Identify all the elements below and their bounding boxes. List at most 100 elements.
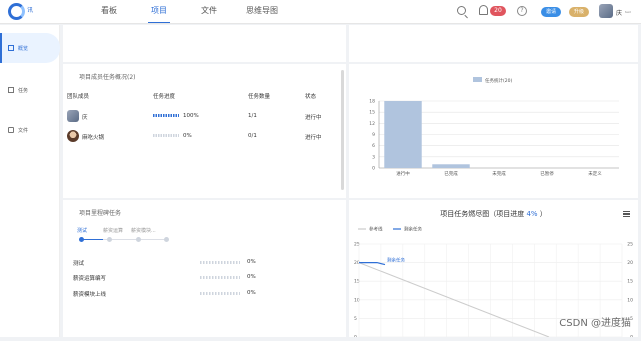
y-tick-label: 3 — [372, 154, 375, 160]
step-dot[interactable] — [136, 237, 141, 242]
scrollbar[interactable] — [341, 70, 344, 190]
nav-item-project[interactable]: 项目 — [134, 0, 184, 24]
step-track-active — [81, 239, 103, 240]
nav-item-mindmap[interactable]: 思维导图 — [234, 0, 290, 24]
sidebar-item-label: 概览 — [18, 45, 28, 52]
menu-icon[interactable] — [623, 211, 630, 217]
main-nav: 看板 项目 文件 思维导图 — [84, 0, 290, 24]
y-tick-label-right: 25 — [627, 242, 633, 248]
column-header-count: 任务数量 — [248, 92, 270, 100]
status-text: 进行中 — [305, 113, 322, 121]
progress-percent: 0% — [183, 133, 192, 139]
step-label-test[interactable]: 测试 — [77, 227, 87, 234]
step-dot[interactable] — [79, 237, 84, 242]
search-icon[interactable] — [457, 6, 466, 15]
sidebar-item-tasks[interactable]: 任务 — [0, 75, 60, 105]
milestone-progress-bar — [200, 292, 240, 295]
y-tick-label: 6 — [372, 143, 375, 149]
progress-percent: 100% — [183, 113, 199, 119]
milestone-row[interactable]: 薪资模块上线 0% — [63, 288, 346, 302]
milestone-title: 项目里程碑任务 — [79, 208, 121, 217]
user-name[interactable]: 庆 — [616, 8, 622, 17]
progress-bar — [153, 114, 179, 117]
bell-icon[interactable] — [479, 5, 488, 15]
nav-item-files[interactable]: 文件 — [184, 0, 234, 24]
y-tick-label: 15 — [369, 110, 375, 116]
member-name: 庆 — [82, 113, 88, 121]
milestone-progress-bar — [200, 261, 240, 264]
logo-text: 讯 — [27, 5, 33, 14]
top-navigation-bar: 讯 看板 项目 文件 思维导图 20 ? 邀请 升级 庆 test — [0, 0, 641, 24]
top-left-panel — [63, 25, 346, 62]
burndown-title: 项目任务燃尽图（项目进度 4% ） — [349, 209, 638, 219]
y-tick-label: 0 — [372, 166, 375, 172]
y-tick-label-right: 20 — [627, 260, 633, 266]
status-text: 进行中 — [305, 133, 322, 141]
milestone-progress-percent: 0% — [247, 290, 256, 296]
remaining-line-label: 剩余任务 — [387, 257, 405, 264]
column-header-progress: 任务进度 — [153, 92, 175, 100]
task-count: 0/1 — [248, 133, 257, 139]
member-overview-panel: 项目成员任务概况(2) 团队成员 任务进度 任务数量 状态 庆 100% 1/1… — [63, 64, 346, 198]
task-statistics-panel: 任务统计(20) 0 3 6 9 12 15 18 进行中 已完成 未完成 已暂停 未定义 — [349, 64, 638, 198]
x-tick-label: 进行中 — [396, 170, 410, 177]
milestone-progress-percent: 0% — [247, 274, 256, 280]
burndown-progress-value: 4% — [526, 210, 537, 218]
sidebar-item-label: 文件 — [18, 127, 28, 134]
x-tick-label: 未定义 — [588, 170, 602, 177]
column-header-member: 团队成员 — [67, 92, 89, 100]
user-subname: test — [625, 10, 631, 14]
step-label-salary[interactable]: 薪资运算 — [103, 227, 123, 234]
x-tick-label: 已完成 — [444, 170, 458, 177]
bar — [384, 101, 421, 168]
table-row[interactable]: 麻吃火锅 0% 0/1 进行中 — [63, 128, 346, 148]
y-tick-label-right: 15 — [627, 279, 633, 285]
member-name: 麻吃火锅 — [82, 133, 104, 141]
upgrade-button[interactable]: 升级 — [569, 7, 589, 17]
top-right-panel — [349, 25, 638, 62]
nav-item-board[interactable]: 看板 — [84, 0, 134, 24]
task-icon — [8, 87, 14, 93]
sidebar: 概览 任务 文件 — [0, 25, 60, 337]
sidebar-item-files[interactable]: 文件 — [0, 115, 60, 145]
milestone-row[interactable]: 测试 0% — [63, 257, 346, 271]
legend-label: 任务统计(20) — [485, 77, 512, 84]
y-tick-label: 9 — [372, 132, 375, 138]
legend-swatch — [473, 77, 482, 82]
member-overview-title: 项目成员任务概况(2) — [79, 72, 136, 81]
avatar — [67, 110, 79, 122]
user-avatar[interactable] — [599, 4, 613, 18]
bar — [432, 164, 469, 168]
sidebar-item-label: 任务 — [18, 87, 28, 94]
invite-button[interactable]: 邀请 — [541, 7, 561, 17]
milestone-progress-percent: 0% — [247, 259, 256, 265]
avatar — [67, 130, 79, 142]
legend-label-reference: 参考线 — [369, 226, 383, 233]
x-tick-label: 未完成 — [492, 170, 506, 177]
milestone-steps: 测试 薪资运算 薪资模块... — [77, 227, 327, 247]
column-header-state: 状态 — [305, 92, 316, 100]
step-dot[interactable] — [107, 237, 112, 242]
overview-icon — [8, 45, 14, 51]
table-row[interactable]: 庆 100% 1/1 进行中 — [63, 108, 346, 128]
step-dot[interactable] — [164, 237, 169, 242]
logo-ring-icon — [8, 3, 25, 20]
y-tick-label: 12 — [369, 121, 375, 127]
x-tick-label: 已暂停 — [540, 170, 554, 177]
y-tick-label-right: 10 — [627, 297, 633, 303]
help-icon[interactable]: ? — [517, 6, 527, 16]
milestone-panel: 项目里程碑任务 测试 薪资运算 薪资模块... 测试 0% 薪资运算编写 0% … — [63, 200, 346, 337]
step-label-salary-module[interactable]: 薪资模块... — [131, 227, 156, 234]
notification-badge[interactable]: 20 — [490, 6, 506, 16]
legend-label-remaining: 剩余任务 — [404, 226, 422, 233]
milestone-progress-bar — [200, 276, 240, 279]
milestone-name: 测试 — [73, 259, 84, 267]
burndown-title-prefix: 项目任务燃尽图（项目进度 — [440, 210, 526, 218]
milestone-name: 薪资模块上线 — [73, 290, 106, 298]
y-tick-label: 18 — [369, 99, 375, 105]
milestone-row[interactable]: 薪资运算编写 0% — [63, 272, 346, 286]
y-tick-label-left: 5 — [354, 316, 357, 322]
sidebar-item-overview[interactable]: 概览 — [0, 33, 60, 63]
folder-icon — [8, 127, 14, 133]
app-logo[interactable]: 讯 — [8, 3, 52, 21]
